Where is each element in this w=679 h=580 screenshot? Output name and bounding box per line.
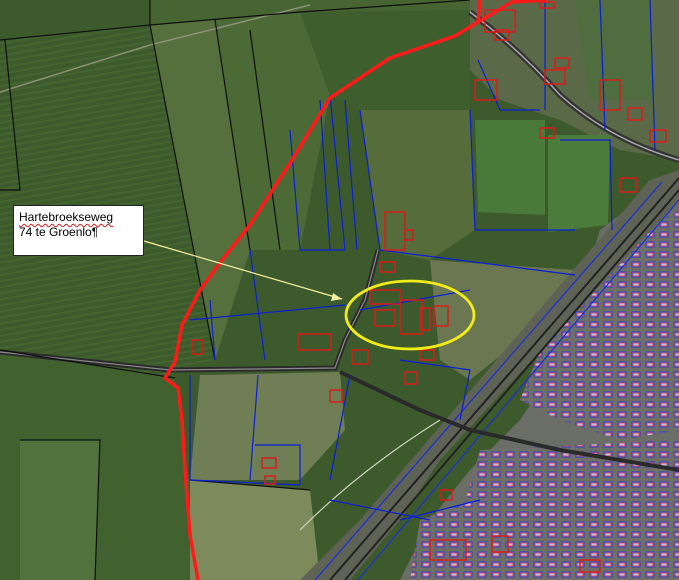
field-south-light (20, 440, 100, 580)
sportsfield-2 (548, 135, 610, 232)
municipal-border-north (476, 0, 482, 23)
aerial-map[interactable] (0, 0, 679, 580)
sportsfield-1 (475, 120, 545, 215)
callout-address-line2: 74 te Groenlo¶ (19, 225, 99, 239)
urban-housing-2 (460, 440, 679, 580)
callout-address-line1: Hartebroekseweg (19, 210, 114, 224)
address-callout-box: Hartebroekseweg 74 te Groenlo¶ (13, 205, 144, 256)
